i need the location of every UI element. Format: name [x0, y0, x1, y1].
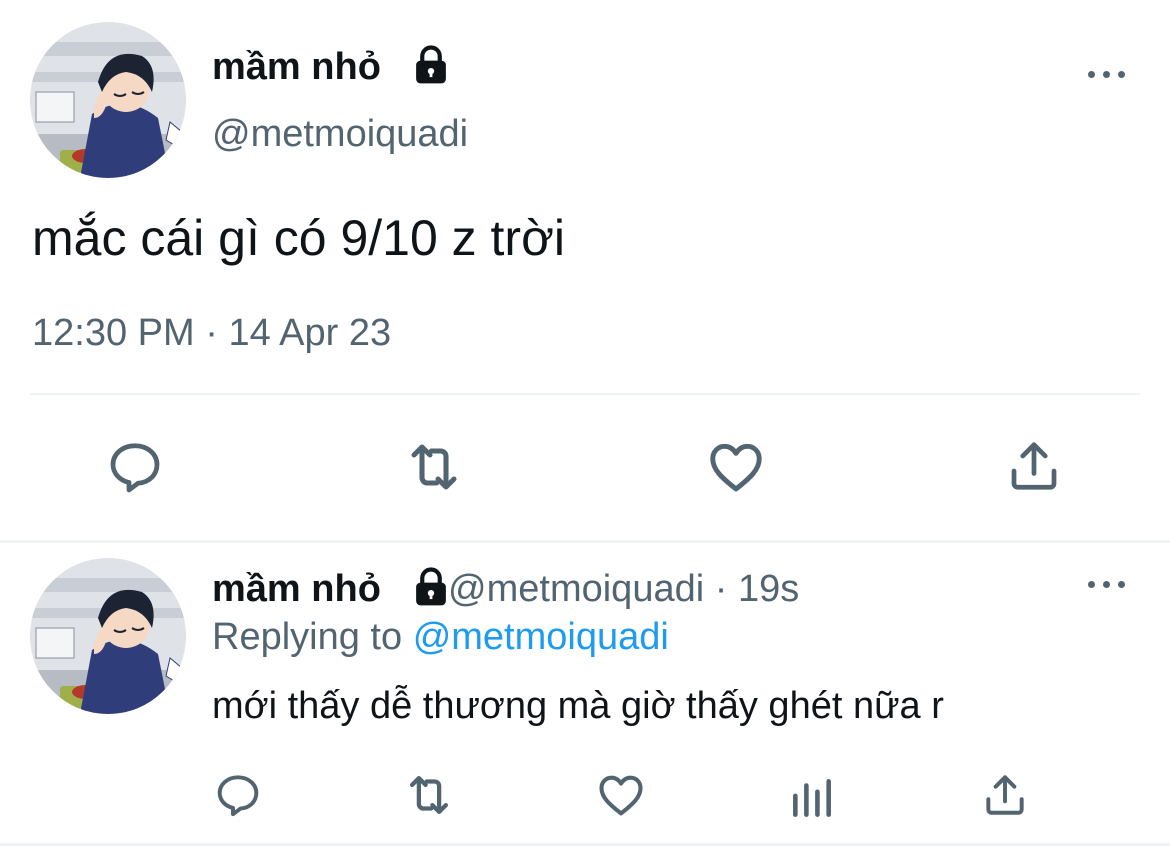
author-name[interactable]: mầm nhỏ: [212, 568, 381, 610]
author-handle[interactable]: @metmoiquadi: [212, 112, 468, 156]
lock-icon: [416, 45, 446, 84]
avatar[interactable]: [30, 22, 186, 178]
replying-to: Replying to @metmoiquadi: [212, 614, 669, 660]
author-handle[interactable]: @metmoiquadi: [448, 568, 704, 610]
reply-icon[interactable]: [213, 770, 263, 820]
tweet-text: mắc cái gì có 9/10 z trời: [32, 210, 565, 266]
tweet-age: 19s: [737, 568, 800, 610]
share-icon[interactable]: [1004, 436, 1064, 496]
like-icon[interactable]: [595, 769, 647, 821]
replying-prefix: Replying to: [212, 616, 403, 658]
tweet-timestamp[interactable]: 12:30 PM · 14 Apr 23: [32, 310, 391, 356]
divider: [0, 540, 1170, 543]
reply-text: mới thấy dễ thương mà giờ thấy ghét nữa …: [212, 685, 944, 727]
divider: [30, 393, 1140, 395]
lock-icon: [416, 567, 446, 606]
more-icon[interactable]: [1088, 578, 1128, 590]
retweet-icon[interactable]: [402, 435, 466, 499]
author-name[interactable]: mầm nhỏ: [212, 44, 381, 90]
age-separator: ·: [714, 568, 728, 610]
avatar[interactable]: [30, 558, 186, 714]
tweet-time: 12:30 PM: [32, 312, 195, 354]
avatar-illustration: [30, 558, 186, 714]
like-icon[interactable]: [705, 436, 767, 498]
more-icon[interactable]: [1088, 68, 1128, 80]
share-icon[interactable]: [980, 770, 1030, 820]
tweet-date: 14 Apr 23: [228, 312, 392, 354]
analytics-icon[interactable]: [787, 773, 837, 823]
retweet-icon[interactable]: [402, 768, 456, 822]
replying-handle-link[interactable]: @metmoiquadi: [413, 616, 669, 658]
timestamp-separator: ·: [205, 312, 218, 354]
avatar-illustration: [30, 22, 186, 178]
reply-header: mầm nhỏ @metmoiquadi · 19s: [212, 566, 799, 612]
reply-icon[interactable]: [105, 437, 165, 497]
